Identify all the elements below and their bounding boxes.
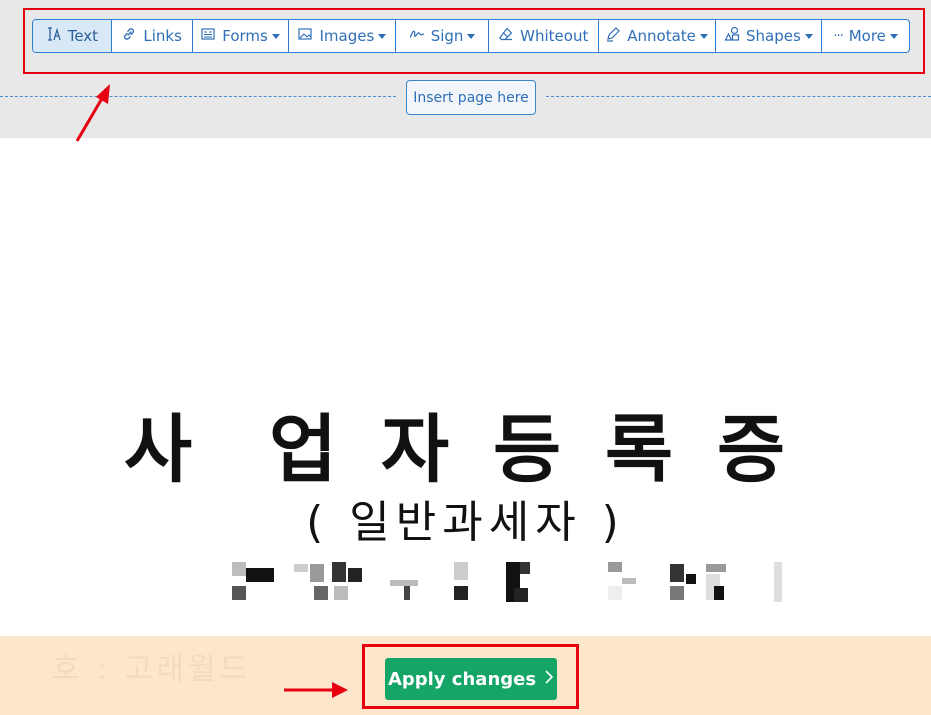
pdf-editor: Text Links Forms Images Sign Whiteout An… [0,0,931,715]
annotation-arrow-icon [284,682,348,698]
annotation-arrows [75,84,348,698]
annotation-arrow-icon [75,84,110,142]
